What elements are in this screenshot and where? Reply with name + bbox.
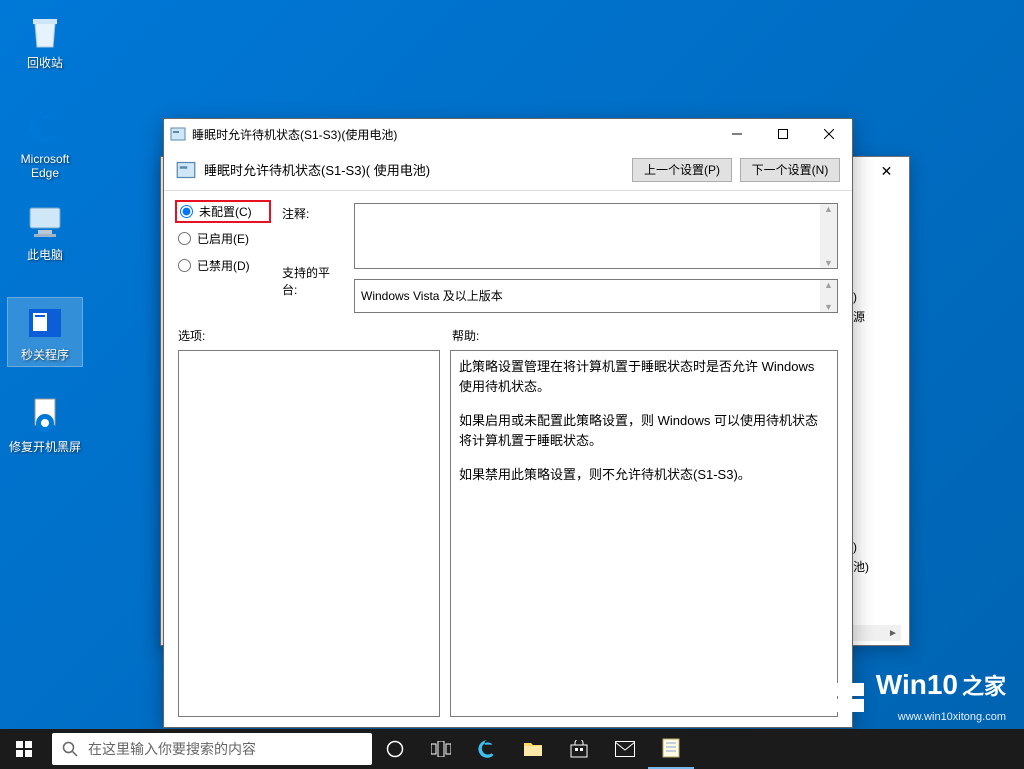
titlebar[interactable]: 睡眠时允许待机状态(S1-S3)(使用电池) bbox=[164, 119, 852, 149]
taskbar: 在这里输入你要搜索的内容 bbox=[0, 729, 1024, 769]
desktop-icon-label: 回收站 bbox=[8, 56, 82, 70]
desktop-icon-label: 此电脑 bbox=[8, 248, 82, 262]
desktop-icon-label: 修复开机黑屏 bbox=[8, 440, 82, 454]
taskbar-notepad-icon[interactable] bbox=[648, 729, 694, 769]
search-icon bbox=[62, 741, 78, 757]
desktop-icon-edge[interactable]: Microsoft Edge bbox=[8, 106, 82, 180]
desktop-icon-label: 秒关程序 bbox=[8, 348, 82, 362]
comment-textarea[interactable] bbox=[354, 203, 838, 269]
start-button[interactable] bbox=[0, 729, 48, 769]
radio-label: 已禁用(D) bbox=[197, 257, 250, 274]
textarea-scrollbar[interactable]: ▲▼ bbox=[820, 280, 837, 312]
desktop-icon-label: Microsoft Edge bbox=[8, 152, 82, 180]
watermark: Win10 之家 www.win10xitong.com bbox=[836, 669, 1006, 723]
help-text: 如果启用或未配置此策略设置，则 Windows 可以使用待机状态将计算机置于睡眠… bbox=[459, 411, 829, 451]
scroll-right-icon[interactable]: ► bbox=[885, 625, 901, 641]
radio-group: 未配置(C) 已启用(E) 已禁用(D) bbox=[178, 203, 268, 313]
policy-icon bbox=[176, 160, 196, 180]
taskbar-mail-icon[interactable] bbox=[602, 729, 648, 769]
radio-label: 未配置(C) bbox=[199, 203, 252, 220]
window-title: 睡眠时允许待机状态(S1-S3)(使用电池) bbox=[192, 126, 714, 143]
platform-label: 支持的平台: bbox=[282, 264, 340, 298]
windows-logo-icon bbox=[836, 683, 866, 713]
kill-app-icon bbox=[24, 302, 66, 344]
bg-window-close[interactable]: ✕ bbox=[864, 157, 909, 185]
taskbar-store-icon[interactable] bbox=[556, 729, 602, 769]
scroll-up-icon: ▲ bbox=[824, 280, 833, 290]
radio-not-configured[interactable]: 未配置(C) bbox=[178, 203, 268, 220]
platform-textarea[interactable]: Windows Vista 及以上版本 bbox=[354, 279, 838, 313]
scroll-down-icon: ▼ bbox=[824, 302, 833, 312]
help-panel: 此策略设置管理在将计算机置于睡眠状态时是否允许 Windows 使用待机状态。 … bbox=[450, 350, 838, 717]
comment-label: 注释: bbox=[282, 205, 340, 222]
taskbar-edge-icon[interactable] bbox=[464, 729, 510, 769]
cortana-button[interactable] bbox=[372, 729, 418, 769]
radio-disabled[interactable]: 已禁用(D) bbox=[178, 257, 268, 274]
header-row: 睡眠时允许待机状态(S1-S3)( 使用电池) 上一个设置(P) 下一个设置(N… bbox=[164, 149, 852, 191]
help-text: 此策略设置管理在将计算机置于睡眠状态时是否允许 Windows 使用待机状态。 bbox=[459, 357, 829, 397]
desktop-icon-kill-app[interactable]: 秒关程序 bbox=[8, 298, 82, 366]
fix-boot-icon bbox=[24, 394, 66, 436]
scroll-down-icon: ▼ bbox=[824, 258, 833, 268]
search-placeholder: 在这里输入你要搜索的内容 bbox=[88, 739, 256, 759]
desktop-icon-fix-boot[interactable]: 修复开机黑屏 bbox=[8, 394, 82, 454]
this-pc-icon bbox=[24, 202, 66, 244]
help-text: 如果禁用此策略设置，则不允许待机状态(S1-S3)。 bbox=[459, 465, 829, 485]
help-label: 帮助: bbox=[452, 327, 479, 344]
minimize-button[interactable] bbox=[714, 119, 760, 149]
recycle-bin-icon bbox=[24, 10, 66, 52]
search-box[interactable]: 在这里输入你要搜索的内容 bbox=[52, 733, 372, 765]
desktop-icon-this-pc[interactable]: 此电脑 bbox=[8, 202, 82, 262]
taskbar-explorer-icon[interactable] bbox=[510, 729, 556, 769]
watermark-text-b: 之家 bbox=[962, 669, 1006, 701]
desktop-icon-recycle-bin[interactable]: 回收站 bbox=[8, 10, 82, 70]
edge-icon bbox=[24, 106, 66, 148]
task-view-button[interactable] bbox=[418, 729, 464, 769]
radio-input[interactable] bbox=[178, 232, 191, 245]
scroll-up-icon: ▲ bbox=[824, 204, 833, 214]
options-label: 选项: bbox=[178, 327, 452, 344]
policy-icon bbox=[170, 126, 186, 142]
close-button[interactable] bbox=[806, 119, 852, 149]
prev-setting-button[interactable]: 上一个设置(P) bbox=[632, 158, 732, 182]
maximize-button[interactable] bbox=[760, 119, 806, 149]
radio-input[interactable] bbox=[178, 259, 191, 272]
watermark-url: www.win10xitong.com bbox=[836, 711, 1006, 723]
radio-label: 已启用(E) bbox=[197, 230, 249, 247]
next-setting-button[interactable]: 下一个设置(N) bbox=[740, 158, 840, 182]
options-panel bbox=[178, 350, 440, 717]
header-text: 睡眠时允许待机状态(S1-S3)( 使用电池) bbox=[204, 160, 624, 179]
watermark-text-a: Win10 bbox=[876, 669, 958, 701]
radio-input[interactable] bbox=[180, 205, 193, 218]
textarea-scrollbar[interactable]: ▲▼ bbox=[820, 204, 837, 268]
radio-enabled[interactable]: 已启用(E) bbox=[178, 230, 268, 247]
policy-dialog: 睡眠时允许待机状态(S1-S3)(使用电池) 睡眠时允许待机状态(S1-S3)(… bbox=[163, 118, 853, 728]
